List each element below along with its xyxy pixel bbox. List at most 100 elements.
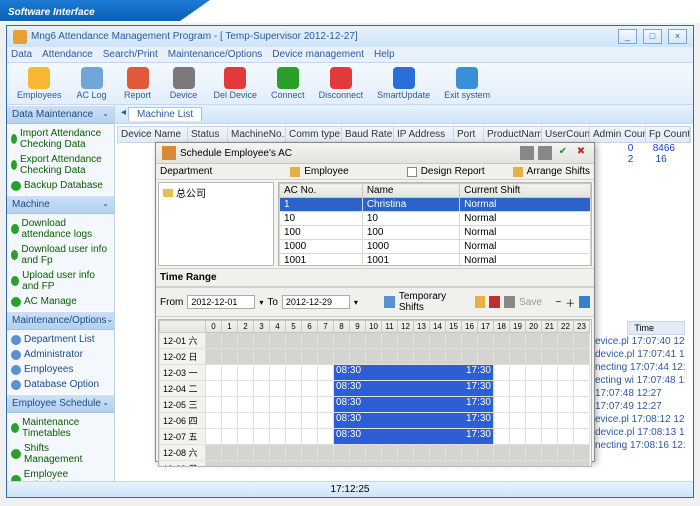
side-item[interactable]: Database Option bbox=[10, 377, 111, 392]
menu-attendance[interactable]: Attendance bbox=[42, 49, 93, 60]
zoom-out-icon[interactable]: − bbox=[555, 297, 561, 308]
col-header[interactable]: UserCount bbox=[542, 127, 590, 142]
toolbar-employees[interactable]: Employees bbox=[13, 66, 66, 101]
menu-searchprint[interactable]: Search/Print bbox=[103, 49, 158, 60]
maximize-button[interactable]: □ bbox=[643, 29, 662, 44]
status-bar: 17:12:25 bbox=[7, 481, 693, 497]
col-header[interactable]: ProductName bbox=[484, 127, 542, 142]
panel-p3[interactable]: Maintenance/Options⌄ bbox=[7, 311, 114, 330]
col-header[interactable]: Port bbox=[454, 127, 484, 142]
side-item[interactable]: Upload user info and FP bbox=[10, 268, 111, 294]
help-icon[interactable] bbox=[579, 296, 590, 308]
banner-title: Software Interface bbox=[8, 7, 95, 18]
panel-p2[interactable]: Machine⌄ bbox=[7, 195, 114, 214]
menu-devicemanagement[interactable]: Device management bbox=[272, 49, 364, 60]
emp-row[interactable]: 1ChristinaNormal bbox=[280, 198, 591, 212]
person-icon[interactable] bbox=[475, 296, 486, 308]
log-entry: 17:07:48 12:27 bbox=[595, 387, 685, 400]
gantt-row[interactable]: 12-01 六 bbox=[160, 333, 590, 349]
side-item[interactable]: Administrator bbox=[10, 347, 111, 362]
arrow-left-icon[interactable]: ◂ bbox=[121, 107, 126, 121]
log-entry: evice.pl 17:07:40 12:27 bbox=[595, 335, 685, 348]
side-item[interactable]: Export Attendance Checking Data bbox=[10, 152, 111, 178]
save-label: Save bbox=[519, 297, 542, 308]
log-entry: device.pl 17:08:13 12:27 bbox=[595, 426, 685, 439]
log-entry: 17:07:49 12:27 bbox=[595, 400, 685, 413]
col-header[interactable]: Fp Count bbox=[646, 127, 690, 142]
side-item[interactable]: Shifts Management bbox=[10, 441, 111, 467]
design-report-checkbox[interactable] bbox=[407, 167, 417, 177]
time-range-label: Time Range bbox=[160, 272, 217, 283]
side-item[interactable]: Download user info and Fp bbox=[10, 242, 111, 268]
gantt-row[interactable]: 12-04 二08:3017:30 bbox=[160, 381, 590, 397]
col-header[interactable]: Device Name bbox=[118, 127, 188, 142]
side-item[interactable]: Employees bbox=[10, 362, 111, 377]
emp-row[interactable]: 100100Normal bbox=[280, 226, 591, 240]
side-item[interactable]: Download attendance logs bbox=[10, 216, 111, 242]
gantt-row[interactable]: 12-03 一08:3017:30 bbox=[160, 365, 590, 381]
arrange-icon bbox=[513, 167, 523, 177]
zoom-in-icon[interactable]: ＋ bbox=[565, 295, 575, 310]
to-date-input[interactable] bbox=[282, 295, 350, 309]
gantt-row[interactable]: 12-09 日 bbox=[160, 461, 590, 468]
gantt-row[interactable]: 12-05 三08:3017:30 bbox=[160, 397, 590, 413]
employee-table[interactable]: AC No.NameCurrent Shift1ChristinaNormal1… bbox=[278, 182, 592, 266]
sidebar: Data Maintenance⌄ Import Attendance Check… bbox=[7, 105, 115, 497]
col-header[interactable]: Comm type bbox=[286, 127, 342, 142]
emp-row[interactable]: 10001000Normal bbox=[280, 240, 591, 254]
gantt-chart[interactable]: 0123456789101112131415161718192021222312… bbox=[158, 319, 592, 467]
emp-col[interactable]: Current Shift bbox=[460, 184, 591, 198]
calendar-icon bbox=[162, 146, 176, 160]
cancel-icon[interactable]: ✖ bbox=[574, 146, 588, 160]
gantt-row[interactable]: 12-08 六 bbox=[160, 445, 590, 461]
col-header[interactable]: Status bbox=[188, 127, 228, 142]
toolbar-ac-log[interactable]: AC Log bbox=[72, 66, 112, 101]
panel-p4[interactable]: Employee Schedule⌄ bbox=[7, 394, 114, 413]
side-item[interactable]: AC Manage bbox=[10, 294, 111, 309]
emp-row[interactable]: 10011001Normal bbox=[280, 254, 591, 267]
tab-machine-list[interactable]: Machine List bbox=[128, 107, 202, 121]
toolbar-disconnect[interactable]: Disconnect bbox=[315, 66, 368, 101]
col-header[interactable]: Baud Rate bbox=[342, 127, 394, 142]
panel-p1[interactable]: Data Maintenance⌄ bbox=[7, 105, 114, 124]
menu-maintenanceoptions[interactable]: Maintenance/Options bbox=[168, 49, 263, 60]
side-item[interactable]: Department List bbox=[10, 332, 111, 347]
toolbar-report[interactable]: Report bbox=[118, 66, 158, 101]
col-header[interactable]: Admin Count bbox=[590, 127, 646, 142]
gantt-row[interactable]: 12-07 五08:3017:30 bbox=[160, 429, 590, 445]
arrange-shifts-label[interactable]: Arrange Shifts bbox=[527, 166, 590, 177]
toolbar: EmployeesAC LogReportDeviceDel DeviceCon… bbox=[7, 63, 693, 105]
from-label: From bbox=[160, 297, 183, 308]
emp-col[interactable]: AC No. bbox=[280, 184, 363, 198]
toolbar-exit-system[interactable]: Exit system bbox=[440, 66, 494, 101]
log-entry: evice.pl 17:08:12 12:27 bbox=[595, 413, 685, 426]
minimize-button[interactable]: _ bbox=[618, 29, 637, 44]
from-date-input[interactable] bbox=[187, 295, 255, 309]
window-titlebar: Mng6 Attendance Management Program - [ T… bbox=[7, 26, 693, 47]
toolbar-device[interactable]: Device bbox=[164, 66, 204, 101]
department-tree[interactable]: 总公司 bbox=[158, 182, 274, 266]
print2-icon[interactable] bbox=[538, 146, 552, 160]
side-item[interactable]: Import Attendance Checking Data bbox=[10, 126, 111, 152]
log-entry: device.pl 17:07:41 12:27 bbox=[595, 348, 685, 361]
gantt-row[interactable]: 12-02 日 bbox=[160, 349, 590, 365]
save-icon[interactable] bbox=[504, 296, 515, 308]
toolbar-connect[interactable]: Connect bbox=[267, 66, 309, 101]
side-item[interactable]: Backup Database bbox=[10, 178, 111, 193]
col-header[interactable]: IP Address bbox=[394, 127, 454, 142]
emp-col[interactable]: Name bbox=[362, 184, 459, 198]
ok-icon[interactable]: ✔ bbox=[556, 146, 570, 160]
print-icon[interactable] bbox=[520, 146, 534, 160]
close-button[interactable]: × bbox=[668, 29, 687, 44]
employee-icon bbox=[290, 167, 300, 177]
temporary-shifts-button[interactable]: Temporary Shifts bbox=[399, 291, 467, 313]
side-item[interactable]: Maintenance Timetables bbox=[10, 415, 111, 441]
toolbar-del-device[interactable]: Del Device bbox=[210, 66, 262, 101]
col-header[interactable]: MachineNo. bbox=[228, 127, 286, 142]
emp-row[interactable]: 1010Normal bbox=[280, 212, 591, 226]
toolbar-smartupdate[interactable]: SmartUpdate bbox=[373, 66, 434, 101]
remove-icon[interactable] bbox=[489, 296, 500, 308]
gantt-row[interactable]: 12-06 四08:3017:30 bbox=[160, 413, 590, 429]
menu-data[interactable]: Data bbox=[11, 49, 32, 60]
menu-help[interactable]: Help bbox=[374, 49, 395, 60]
